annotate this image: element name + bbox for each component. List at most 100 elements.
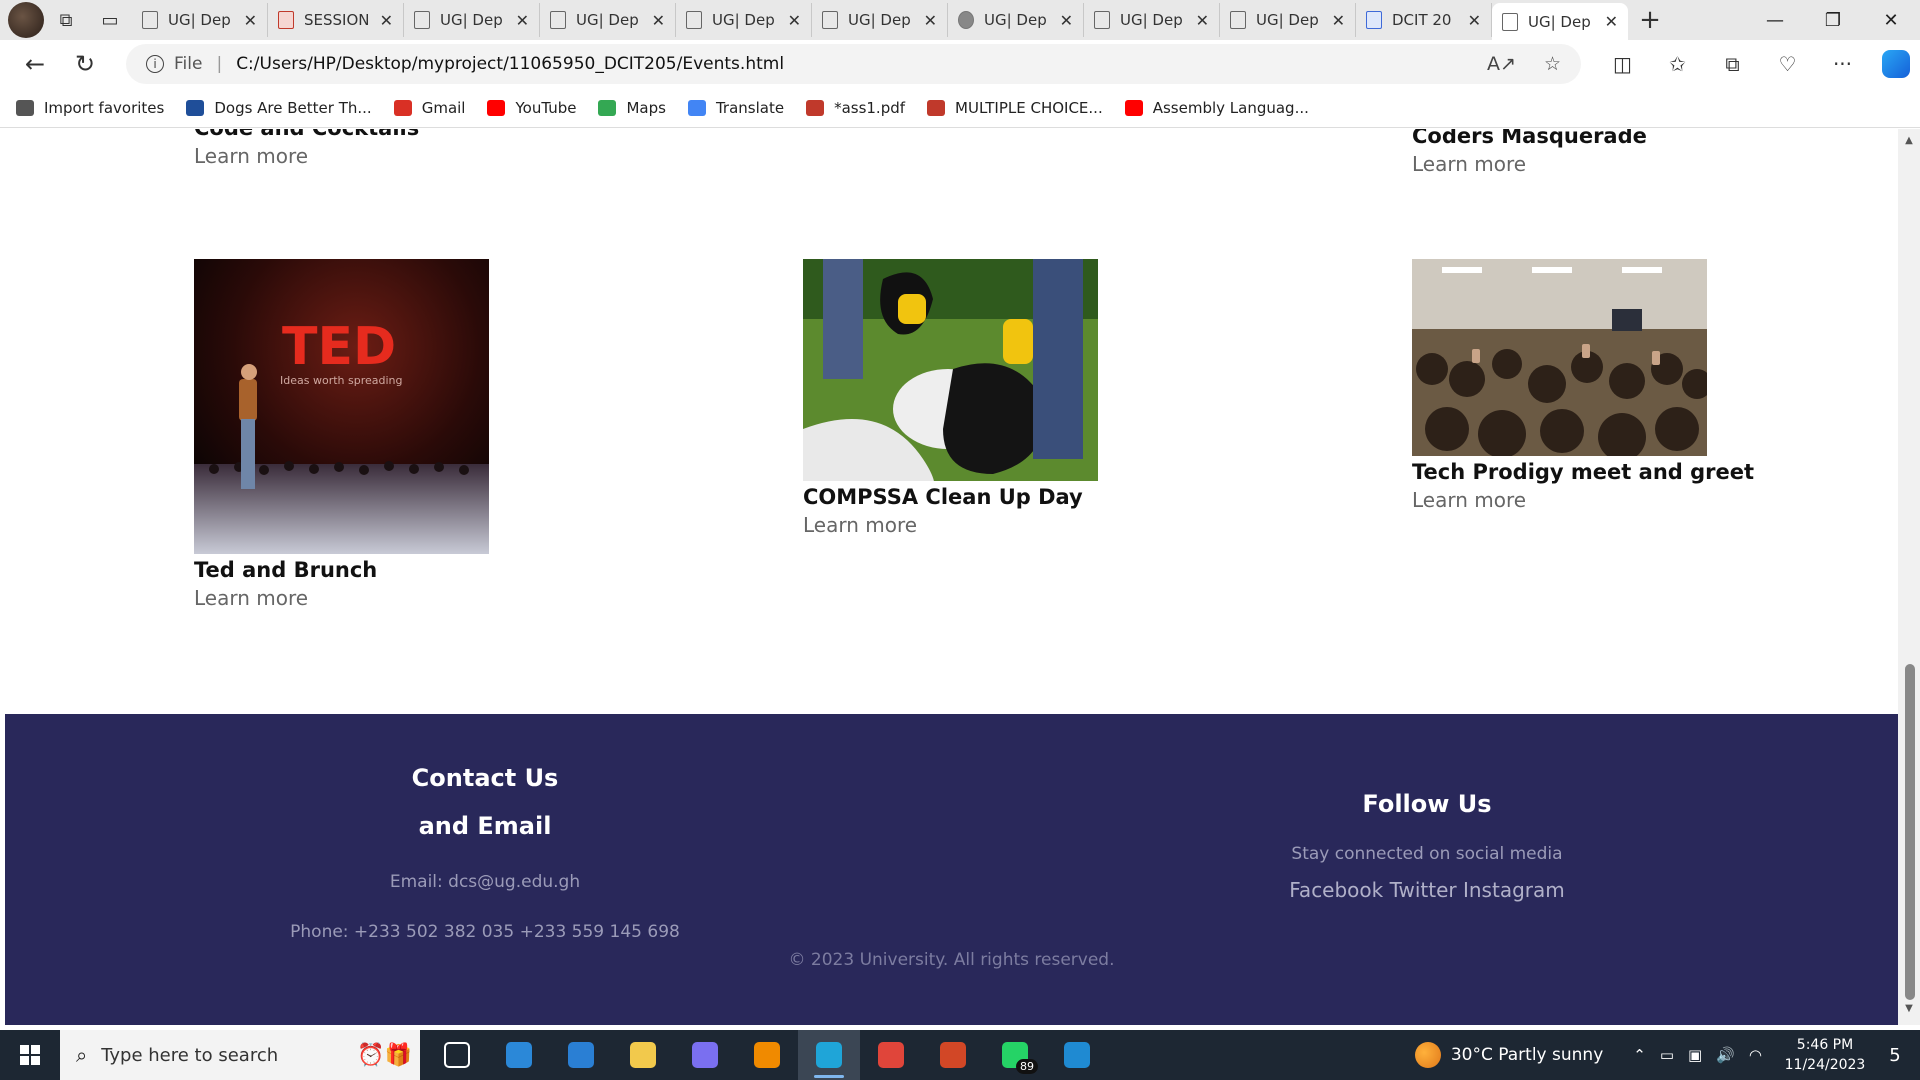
restore-button[interactable]: ❐ <box>1804 0 1862 40</box>
favorite-item[interactable]: Gmail <box>393 99 465 117</box>
page-viewport: Code and Cocktails Learn more Coders Mas… <box>5 129 1898 1025</box>
page-scrollbar[interactable]: ▲ ▼ <box>1898 129 1920 1025</box>
browser-tab[interactable]: UG| Dep ✕ <box>676 3 812 37</box>
url-text[interactable]: C:/Users/HP/Desktop/myproject/11065950_D… <box>236 54 784 74</box>
microsoft-store-taskbar-button[interactable] <box>488 1030 550 1080</box>
favorite-label: MULTIPLE CHOICE... <box>955 98 1103 117</box>
file-explorer-taskbar-button[interactable] <box>612 1030 674 1080</box>
favorite-item[interactable]: *ass1.pdf <box>806 99 905 117</box>
favorite-item[interactable]: Assembly Languag... <box>1124 99 1309 117</box>
workspaces-icon[interactable]: ⧉ <box>44 0 88 40</box>
scroll-up-icon[interactable]: ▲ <box>1898 135 1920 153</box>
whatsapp-taskbar-button[interactable]: 89 <box>984 1030 1046 1080</box>
social-links[interactable]: Facebook Twitter Instagram <box>1227 878 1627 902</box>
close-tab-icon[interactable]: ✕ <box>924 11 937 30</box>
system-tray: 30°C Partly sunny ⌃ ▭ ▣ 🔊 ◠ 5:46 PM 11/2… <box>1414 1030 1920 1080</box>
search-highlight-icon[interactable]: ⏰🎁 <box>357 1043 412 1068</box>
powerpoint-taskbar-button[interactable] <box>922 1030 984 1080</box>
close-tab-icon[interactable]: ✕ <box>1060 11 1073 30</box>
favorite-label: Import favorites <box>44 98 165 117</box>
event-title: Code and Cocktails <box>194 129 419 140</box>
notification-center-icon[interactable]: 5 <box>1870 1045 1920 1066</box>
scroll-down-icon[interactable]: ▼ <box>1898 1003 1920 1021</box>
page-icon <box>1502 12 1518 31</box>
taskbar-search[interactable]: ⌕ Type here to search ⏰🎁 <box>60 1030 420 1080</box>
copilot-icon[interactable] <box>1882 50 1910 78</box>
chrome-taskbar-button[interactable] <box>860 1030 922 1080</box>
browser-essentials-icon[interactable]: ♡ <box>1760 44 1815 84</box>
collections-icon[interactable]: ⧉ <box>1705 44 1760 84</box>
start-button[interactable] <box>0 1030 60 1080</box>
favorites-icon[interactable]: ✩ <box>1650 44 1705 84</box>
favorite-item[interactable]: YouTube <box>487 99 576 117</box>
youtube-icon <box>487 99 506 116</box>
weather-text[interactable]: 30°C Partly sunny <box>1451 1045 1603 1065</box>
browser-tab[interactable]: UG| Dep ✕ <box>1492 3 1628 40</box>
svg-text:TED: TED <box>282 317 396 377</box>
close-tab-icon[interactable]: ✕ <box>1332 11 1345 30</box>
edge-taskbar-button[interactable] <box>798 1030 860 1080</box>
favorite-star-icon[interactable]: ☆ <box>1544 53 1561 75</box>
ted-talk-image[interactable]: TED Ideas worth spreading <box>194 259 489 554</box>
vertical-tabs-icon[interactable]: ▭ <box>88 0 132 40</box>
site-info-icon[interactable]: i <box>146 55 164 73</box>
close-tab-icon[interactable]: ✕ <box>516 11 529 30</box>
footer-contact: Contact Us and Email Email: dcs@ug.edu.g… <box>285 754 685 942</box>
browser-tab[interactable]: UG| Dep ✕ <box>948 3 1084 37</box>
browser-tab[interactable]: UG| Dep ✕ <box>404 3 540 37</box>
browser-tab[interactable]: UG| Dep ✕ <box>1220 3 1356 37</box>
favorite-item[interactable]: Dogs Are Better Th... <box>186 99 372 117</box>
volume-icon[interactable]: 🔊 <box>1716 1046 1735 1064</box>
address-bar[interactable]: i File | C:/Users/HP/Desktop/myproject/1… <box>126 44 1581 84</box>
browser-tab[interactable]: DCIT 20 ✕ <box>1356 3 1492 37</box>
scrollbar-thumb[interactable] <box>1905 664 1915 1000</box>
profile-avatar[interactable] <box>8 2 44 38</box>
mail-taskbar-button[interactable] <box>550 1030 612 1080</box>
favorite-item[interactable]: Translate <box>687 99 784 117</box>
split-screen-icon[interactable]: ◫ <box>1595 44 1650 84</box>
cleanup-image[interactable] <box>803 259 1098 481</box>
meetup-crowd-image[interactable] <box>1412 259 1707 456</box>
battery-icon[interactable]: ▭ <box>1660 1046 1674 1064</box>
wifi-icon[interactable]: ◠ <box>1749 1046 1762 1064</box>
browser-tab[interactable]: UG| Dep ✕ <box>812 3 948 37</box>
favorite-item[interactable]: Import favorites <box>16 99 164 117</box>
browser-tab[interactable]: UG| Dep ✕ <box>540 3 676 37</box>
favorite-item[interactable]: Maps <box>598 99 666 117</box>
browser-tab[interactable]: UG| Dep ✕ <box>132 3 268 37</box>
page-icon <box>1094 11 1110 29</box>
tab-label: UG| Dep <box>1528 12 1591 31</box>
learn-more-link[interactable]: Learn more <box>1412 152 1647 176</box>
close-tab-icon[interactable]: ✕ <box>788 11 801 30</box>
learn-more-link[interactable]: Learn more <box>803 513 1098 537</box>
task-view-taskbar-button[interactable] <box>426 1030 488 1080</box>
close-tab-icon[interactable]: ✕ <box>1468 11 1481 30</box>
vscode-taskbar-button[interactable] <box>1046 1030 1108 1080</box>
copilot-app-taskbar-button[interactable] <box>674 1030 736 1080</box>
email-heading: and Email <box>418 812 552 840</box>
new-tab-button[interactable]: + <box>1628 0 1672 40</box>
close-tab-icon[interactable]: ✕ <box>244 11 257 30</box>
weather-icon[interactable] <box>1414 1042 1441 1068</box>
learn-more-link[interactable]: Learn more <box>194 586 489 610</box>
favorite-item[interactable]: MULTIPLE CHOICE... <box>927 99 1103 117</box>
browser-tab[interactable]: UG| Dep ✕ <box>1084 3 1220 37</box>
close-window-button[interactable]: ✕ <box>1862 0 1920 40</box>
clock[interactable]: 5:46 PM 11/24/2023 <box>1780 1035 1870 1075</box>
close-tab-icon[interactable]: ✕ <box>652 11 665 30</box>
close-tab-icon[interactable]: ✕ <box>1605 12 1618 31</box>
close-tab-icon[interactable]: ✕ <box>380 11 393 30</box>
device-icon[interactable]: ▣ <box>1688 1046 1702 1064</box>
close-tab-icon[interactable]: ✕ <box>1196 11 1209 30</box>
show-hidden-icons[interactable]: ⌃ <box>1633 1046 1646 1064</box>
back-button[interactable]: ← <box>10 44 60 84</box>
browser-tab[interactable]: SESSION ✕ <box>268 3 404 37</box>
read-aloud-icon[interactable]: A↗ <box>1487 53 1516 75</box>
more-menu-icon[interactable]: ··· <box>1815 44 1870 84</box>
refresh-button[interactable]: ↻ <box>60 44 110 84</box>
learn-more-link[interactable]: Learn more <box>194 144 419 168</box>
minimize-button[interactable]: — <box>1746 0 1804 40</box>
vlc-taskbar-button[interactable] <box>736 1030 798 1080</box>
learn-more-link[interactable]: Learn more <box>1412 488 1754 512</box>
doc-icon <box>1366 11 1382 29</box>
